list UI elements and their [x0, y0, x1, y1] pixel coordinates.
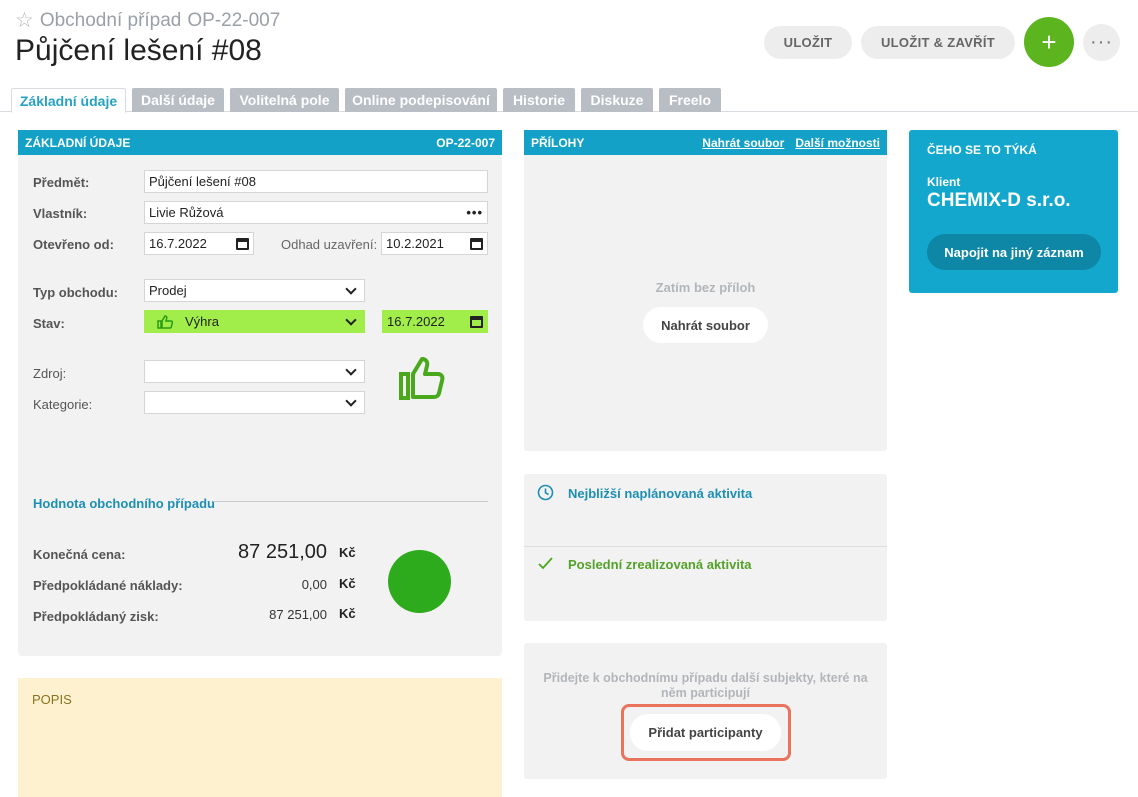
clock-icon: [537, 484, 554, 501]
owner-field[interactable]: Livie Růžová •••: [144, 201, 488, 224]
currency-label: Kč: [339, 545, 356, 560]
state-select[interactable]: Výhra: [144, 310, 365, 333]
deal-type-select[interactable]: Prodej: [144, 279, 365, 302]
state-value: Výhra: [185, 314, 219, 329]
source-select[interactable]: [144, 360, 365, 383]
owner-label: Vlastník:: [33, 206, 88, 221]
upload-file-button[interactable]: Nahrát soubor: [643, 307, 768, 343]
chevron-down-icon: [345, 363, 357, 376]
activity-divider: [524, 546, 887, 547]
client-label: Klient: [927, 175, 961, 189]
no-attachments-text: Zatím bez příloh: [655, 280, 756, 295]
close-estimate-field[interactable]: 10.2.2021: [381, 232, 488, 255]
close-estimate-label: Odhad uzavření:: [281, 237, 378, 252]
chevron-down-icon: [345, 313, 357, 326]
add-button[interactable]: +: [1024, 17, 1074, 67]
save-button[interactable]: ULOŽIT: [764, 26, 852, 59]
costs-value: 0,00: [301, 577, 327, 592]
tab-more-info[interactable]: Další údaje: [132, 88, 224, 112]
tab-basic-info[interactable]: Základní údaje: [11, 88, 126, 113]
opened-date-field[interactable]: 16.7.2022: [144, 232, 254, 255]
more-icon: ···: [1090, 31, 1113, 53]
description-panel[interactable]: POPIS: [18, 678, 502, 797]
related-heading: ČEHO SE TO TÝKÁ: [927, 143, 1037, 157]
more-button[interactable]: ···: [1083, 24, 1120, 61]
calendar-icon[interactable]: [470, 237, 483, 250]
tab-online-signing[interactable]: Online podepisování: [345, 88, 497, 112]
big-thumbs-up-icon: [399, 357, 445, 400]
opened-label: Otevřeno od:: [33, 237, 114, 252]
add-participants-button[interactable]: Přidat participanty: [630, 714, 781, 751]
attachments-heading: PŘÍLOHY: [531, 135, 585, 150]
profit-indicator: [388, 550, 451, 613]
attachments-header: PŘÍLOHY Nahrát soubor Další možnosti: [524, 130, 887, 155]
state-date-field[interactable]: 16.7.2022: [382, 310, 488, 333]
profit-label: Předpokládaný zisk:: [33, 609, 159, 624]
last-activity-link[interactable]: Poslední zrealizovaná aktivita: [568, 557, 752, 572]
owner-value: Livie Růžová: [149, 205, 224, 220]
upload-file-link[interactable]: Nahrát soubor: [702, 136, 784, 150]
subject-label: Předmět:: [33, 175, 90, 190]
final-price-value: 87 251,00: [238, 541, 327, 563]
star-icon[interactable]: ☆: [15, 8, 34, 33]
next-activity-link[interactable]: Nejbližší naplánovaná aktivita: [568, 486, 752, 501]
state-date-value: 16.7.2022: [387, 314, 445, 329]
opened-value: 16.7.2022: [149, 236, 207, 251]
category-label: Kategorie:: [33, 397, 93, 412]
thumbs-up-icon: [157, 314, 173, 329]
description-heading: POPIS: [32, 692, 72, 707]
tab-freelo[interactable]: Freelo: [659, 88, 721, 112]
tab-history[interactable]: Historie: [503, 88, 575, 112]
final-price-label: Konečná cena:: [33, 547, 126, 562]
save-close-button[interactable]: ULOŽIT & ZAVŘÍT: [861, 26, 1015, 59]
chevron-down-icon: [345, 394, 357, 407]
category-select[interactable]: [144, 391, 365, 414]
page-title: Půjčení lešení #08: [15, 34, 262, 67]
record-code: OP-22-007: [187, 9, 281, 31]
basic-info-code: OP-22-007: [436, 135, 495, 150]
participants-hint: Přidejte k obchodnímu případu další subj…: [543, 671, 868, 700]
calendar-icon[interactable]: [470, 315, 483, 328]
plus-icon: +: [1041, 26, 1057, 57]
close-estimate-value: 10.2.2021: [386, 236, 444, 251]
source-label: Zdroj:: [33, 366, 67, 381]
chevron-down-icon: [345, 282, 357, 295]
costs-label: Předpokládané náklady:: [33, 578, 183, 593]
tab-discussion[interactable]: Diskuze: [581, 88, 653, 112]
calendar-icon[interactable]: [236, 237, 249, 250]
basic-info-heading: ZÁKLADNÍ ÚDAJE: [25, 135, 131, 150]
more-options-link[interactable]: Další možnosti: [795, 136, 880, 150]
related-panel: ČEHO SE TO TÝKÁ Klient CHEMIX-D s.r.o. N…: [909, 130, 1118, 293]
tab-optional-fields[interactable]: Volitelná pole: [230, 88, 339, 112]
relink-button[interactable]: Napojit na jiný záznam: [927, 234, 1101, 270]
currency-label: Kč: [339, 606, 356, 621]
subject-value: Půjčení lešení #08: [149, 174, 256, 189]
check-icon: [538, 557, 553, 570]
profit-value: 87 251,00: [269, 607, 327, 622]
record-type: Obchodní případ: [39, 9, 182, 31]
deal-type-label: Typ obchodu:: [33, 285, 118, 300]
basic-info-header: ZÁKLADNÍ ÚDAJE OP-22-007: [18, 130, 502, 155]
state-label: Stav:: [33, 316, 65, 331]
breadcrumb: ☆ Obchodní případ OP-22-007: [15, 8, 280, 33]
subject-field[interactable]: Půjčení lešení #08: [144, 170, 488, 193]
deal-type-value: Prodej: [149, 283, 187, 298]
currency-label: Kč: [339, 576, 356, 591]
client-name-link[interactable]: CHEMIX-D s.r.o.: [927, 190, 1071, 212]
deal-value-heading: Hodnota obchodního případu: [33, 496, 215, 511]
section-divider: [213, 501, 488, 502]
owner-more-icon[interactable]: •••: [466, 205, 483, 220]
